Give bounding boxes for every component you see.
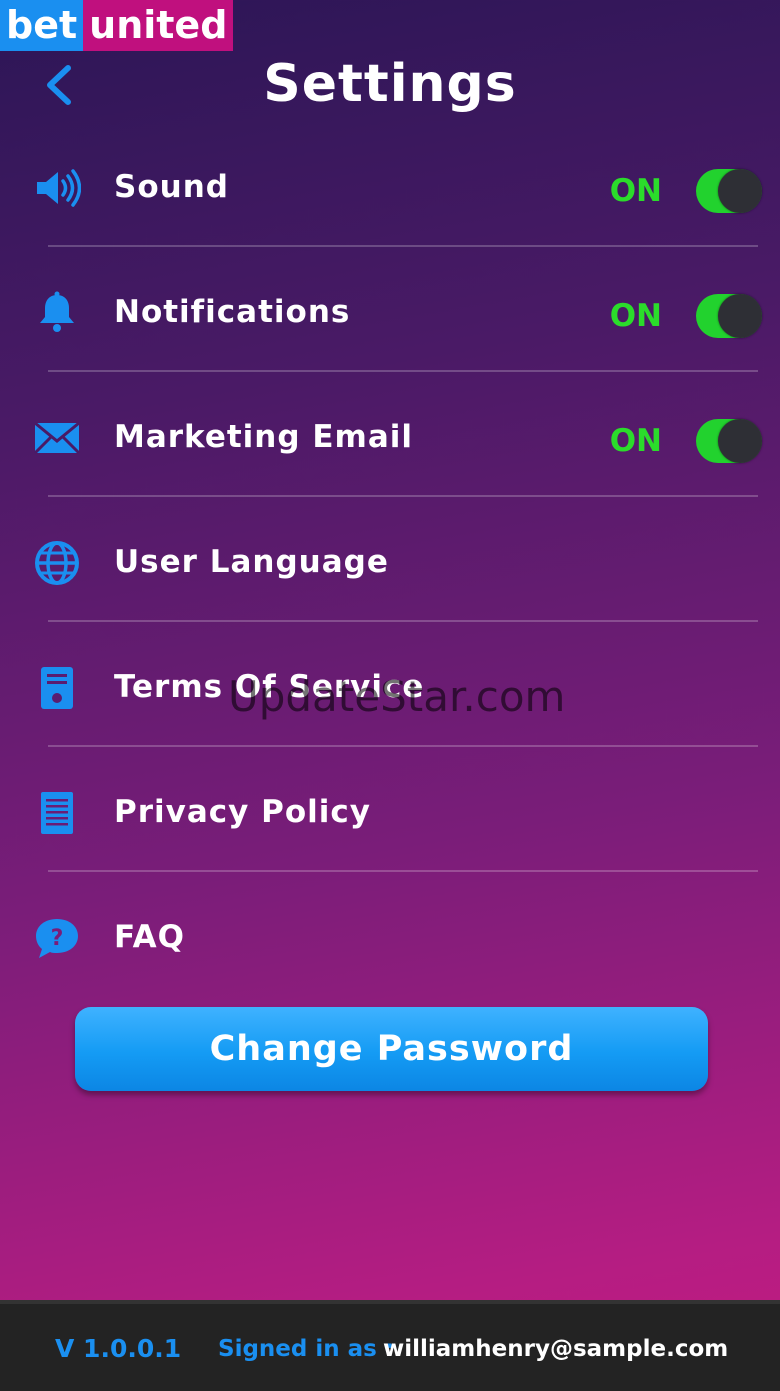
change-password-button[interactable]: Change Password [75, 1007, 708, 1091]
brand-logo-united: united [83, 0, 234, 51]
globe-icon [32, 538, 82, 588]
envelope-icon [32, 413, 82, 463]
setting-state: ON [609, 173, 662, 209]
svg-text:?: ? [51, 926, 64, 951]
brand-logo-bet: bet [0, 0, 84, 51]
setting-label: User Language [114, 544, 389, 580]
divider [48, 245, 758, 247]
bell-icon [32, 288, 82, 338]
question-bubble-icon: ? [32, 913, 82, 963]
setting-label: Privacy Policy [114, 794, 371, 830]
divider [48, 495, 758, 497]
marketing-email-toggle[interactable] [696, 419, 762, 463]
setting-label: Notifications [114, 294, 351, 330]
toggle-knob [718, 169, 762, 213]
sound-toggle[interactable] [696, 169, 762, 213]
document-icon [32, 663, 82, 713]
toggle-knob [718, 294, 762, 338]
divider [48, 745, 758, 747]
setting-row-faq[interactable]: ? FAQ [30, 891, 760, 1015]
setting-label: Terms Of Service [114, 669, 425, 705]
setting-label: Marketing Email [114, 419, 414, 455]
divider [48, 370, 758, 372]
signed-in-label: Signed in as : [218, 1336, 395, 1362]
toggle-knob [718, 419, 762, 463]
brand-logo: bet united [0, 0, 234, 51]
setting-label: Sound [114, 169, 229, 205]
notifications-toggle[interactable] [696, 294, 762, 338]
footer: V 1.0.0.1 Signed in as : williamhenry@sa… [0, 1300, 780, 1391]
version-label: V 1.0.0.1 [55, 1334, 182, 1363]
divider [48, 870, 758, 872]
speaker-icon [32, 163, 82, 213]
setting-label: FAQ [114, 919, 185, 955]
list-document-icon [32, 788, 82, 838]
page-title: Settings [263, 54, 517, 114]
divider [48, 620, 758, 622]
setting-state: ON [609, 298, 662, 334]
setting-state: ON [609, 423, 662, 459]
signed-in-email: williamhenry@sample.com [383, 1336, 729, 1362]
